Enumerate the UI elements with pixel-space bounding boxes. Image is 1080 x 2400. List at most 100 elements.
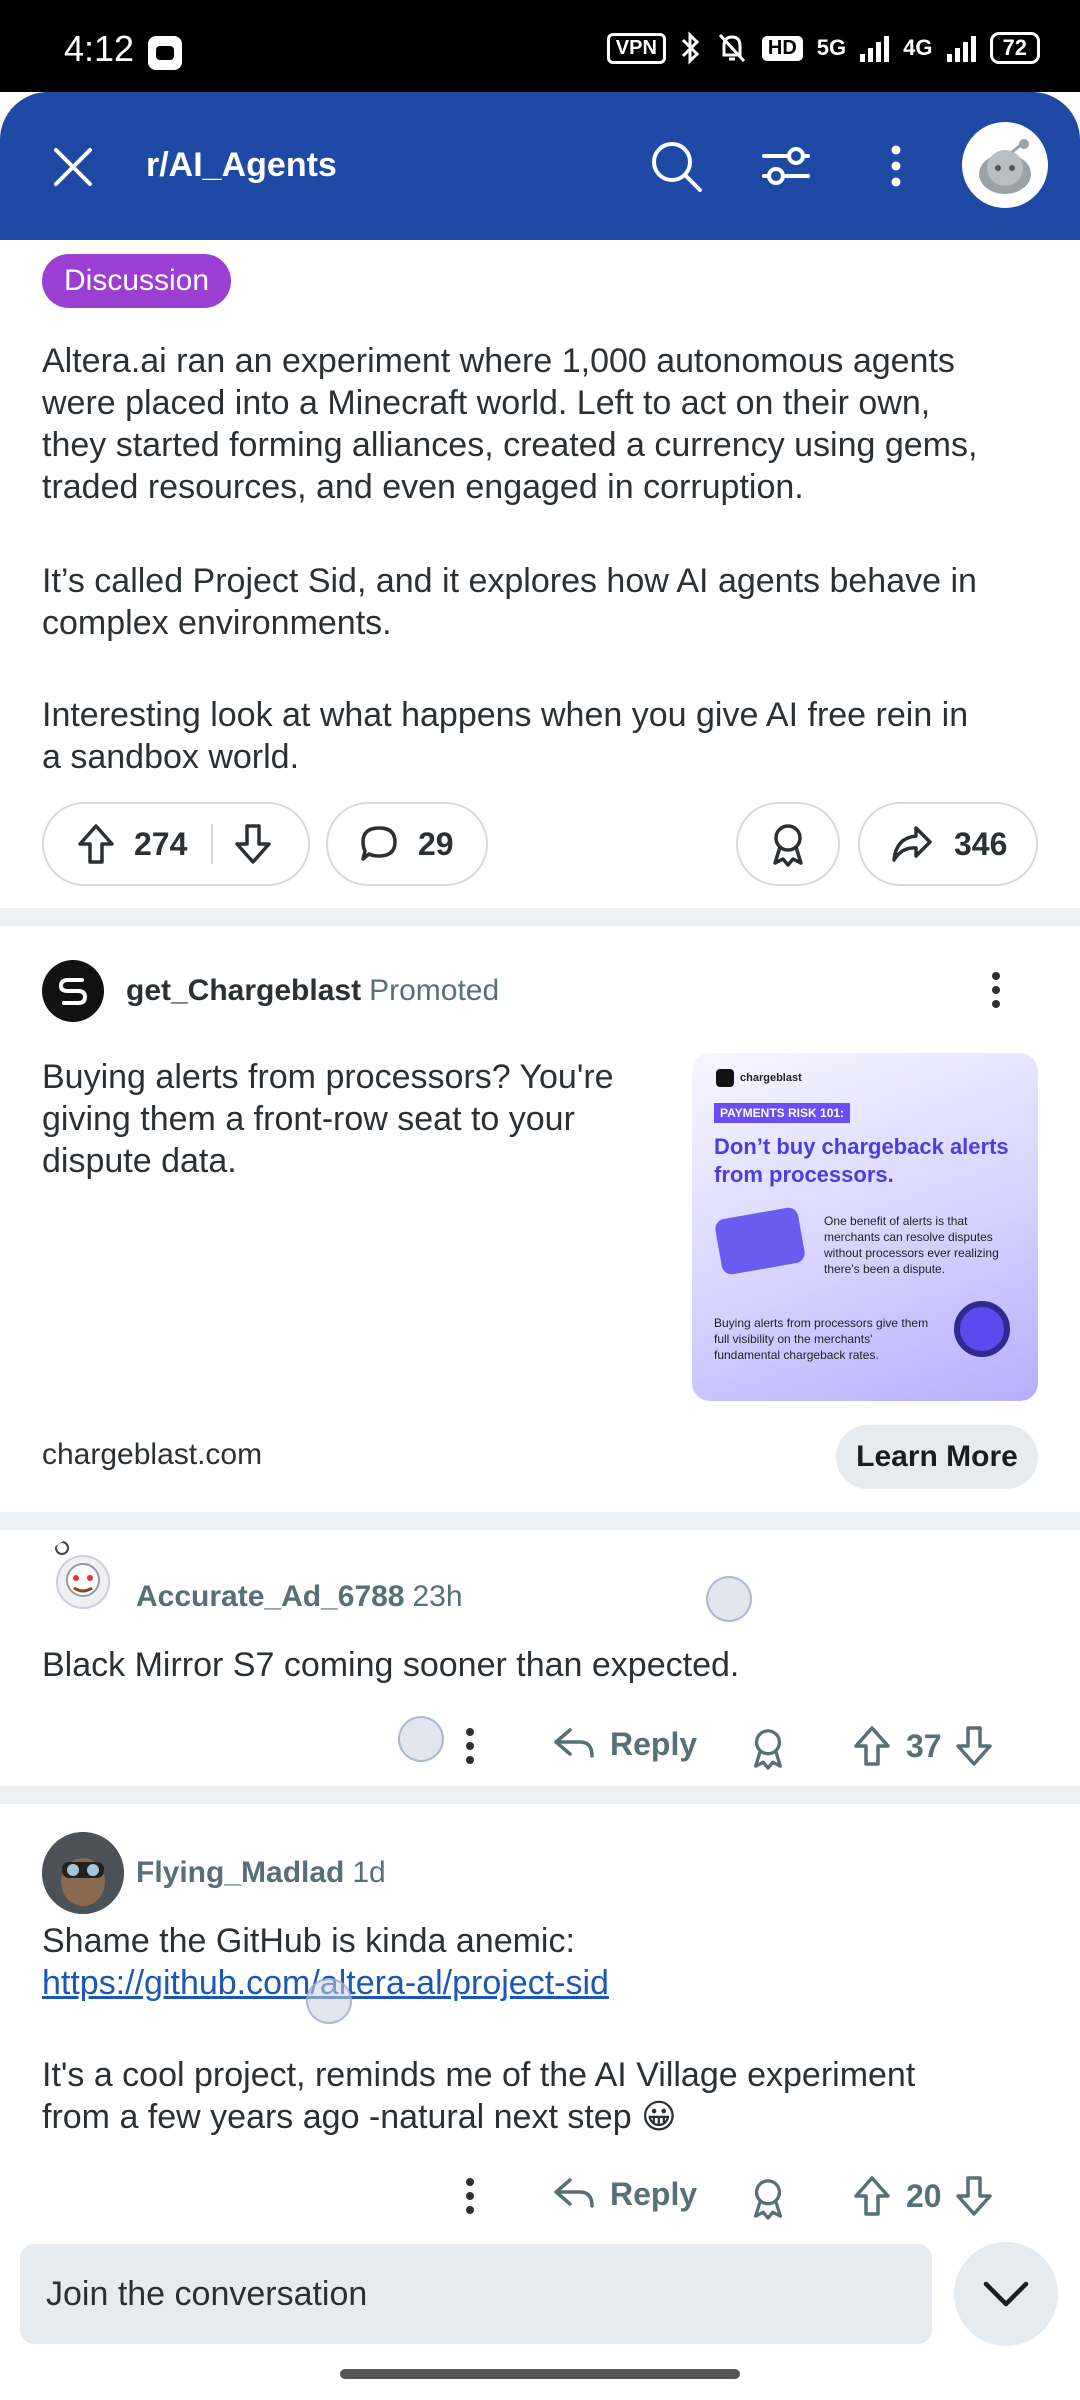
body-line: complex environments. [42, 604, 392, 642]
comments-button[interactable]: 29 [326, 802, 488, 886]
post-flair[interactable]: Discussion [42, 254, 232, 308]
reply-label: Reply [610, 1725, 698, 1762]
close-icon[interactable] [50, 144, 96, 190]
vote-divider [211, 824, 214, 864]
collapse-button[interactable] [954, 2242, 1058, 2346]
comment-avatar[interactable] [42, 1832, 124, 1914]
body-line: Interesting look at what happens when yo… [42, 696, 969, 734]
body-line: were placed into a Minecraft world. Left… [42, 384, 931, 422]
silent-bell-icon [718, 33, 746, 63]
touch-indicator [398, 1716, 444, 1762]
vote-count: 37 [906, 1727, 942, 1764]
comment-author[interactable]: Flying_Madlad 1d [136, 1856, 386, 1890]
ad-more-icon[interactable] [991, 972, 1001, 1014]
reply-icon [554, 2178, 594, 2208]
promoted-label: Promoted [369, 974, 500, 1007]
status-bar: 4:12 VPN HD 5G 4G 72 [0, 0, 1080, 92]
body-line: Altera.ai ran an experiment where 1,000 … [42, 342, 955, 380]
body-line: It’s called Project Sid, and it explores… [42, 562, 977, 600]
home-indicator[interactable] [340, 2369, 740, 2379]
ad-image-brand: chargeblast [716, 1069, 802, 1087]
comment-icon [361, 826, 397, 861]
ad-body[interactable]: Buying alerts from processors? You're gi… [42, 1056, 662, 1182]
comment-vote: 37 [852, 1724, 994, 1768]
comment-age: 1d [352, 1856, 386, 1889]
upvote-icon[interactable] [852, 1724, 892, 1768]
ad-image-note: Buying alerts from processors give them … [714, 1316, 929, 1362]
section-divider [0, 908, 1080, 926]
award-icon [773, 824, 803, 867]
downvote-icon[interactable] [233, 822, 273, 866]
comment-line: from a few years ago -natural next step … [42, 2098, 677, 2136]
status-time: 4:12 [64, 28, 135, 69]
comment-line: Black Mirror S7 coming sooner than expec… [42, 1646, 740, 1684]
learn-more-button[interactable]: Learn More [836, 1425, 1038, 1489]
body-line: they started forming alliances, created … [42, 426, 978, 464]
comment-text: It's a cool project, reminds me of the A… [42, 2054, 1042, 2138]
comment-more-icon[interactable] [465, 2178, 475, 2220]
advertiser-name[interactable]: get_Chargeblast Promoted [126, 974, 499, 1008]
ad-image[interactable]: chargeblast PAYMENTS RISK 101: Don’t buy… [692, 1053, 1038, 1401]
signal-icon [860, 34, 890, 62]
more-options-icon[interactable] [866, 136, 926, 196]
subreddit-title: r/AI_Agents [146, 146, 337, 184]
reply-button[interactable]: Reply [552, 1724, 697, 1764]
body-line: a sandbox world. [42, 738, 300, 776]
share-count: 346 [954, 825, 1008, 862]
chevron-down-icon [983, 2281, 1029, 2307]
comment-author[interactable]: Accurate_Ad_6788 23h [136, 1580, 463, 1614]
credit-card-icon [713, 1206, 807, 1276]
comment-username[interactable]: Flying_Madlad [136, 1856, 344, 1889]
comment-count: 29 [418, 825, 454, 862]
award-icon[interactable] [748, 1726, 788, 1770]
ad-line: dispute data. [42, 1142, 237, 1180]
ad-domain[interactable]: chargeblast.com [42, 1438, 262, 1472]
comment-username[interactable]: Accurate_Ad_6788 [136, 1580, 405, 1613]
ad-image-headline: Don’t buy chargeback alerts from process… [714, 1134, 1009, 1187]
reply-label: Reply [610, 2175, 698, 2212]
body-line: traded resources, and even engaged in co… [42, 468, 804, 506]
network-4g-label: 4G [903, 35, 933, 60]
comment-text: Shame the GitHub is kinda anemic: https:… [42, 1920, 1042, 2004]
section-divider [0, 1786, 1080, 1804]
award-button[interactable] [736, 802, 840, 886]
network-5g-label: 5G [816, 35, 847, 60]
touch-indicator [306, 1978, 352, 2024]
advertiser-username[interactable]: get_Chargeblast [126, 974, 361, 1007]
post-body-paragraph: Interesting look at what happens when yo… [42, 694, 1042, 778]
upvote-count: 274 [134, 825, 188, 862]
share-button[interactable]: 346 [858, 802, 1038, 886]
downvote-icon[interactable] [954, 1724, 994, 1768]
advertiser-logo[interactable] [42, 960, 104, 1022]
comment-text: Black Mirror S7 coming sooner than expec… [42, 1644, 1042, 1686]
upvote-icon[interactable] [76, 822, 116, 866]
post-body-paragraph: Altera.ai ran an experiment where 1,000 … [42, 340, 1042, 508]
award-icon[interactable] [748, 2176, 788, 2220]
reply-button[interactable]: Reply [552, 2174, 697, 2214]
hd-icon: HD [761, 35, 803, 61]
app-notification-icon [148, 36, 182, 70]
bluetooth-icon [681, 31, 700, 65]
signal-icon [946, 34, 976, 62]
section-divider [0, 1512, 1080, 1530]
ad-line: giving them a front-row seat to your [42, 1100, 575, 1138]
share-icon [892, 826, 932, 862]
status-icons: VPN HD 5G 4G 72 [606, 28, 1040, 68]
upvote-icon[interactable] [852, 2174, 892, 2218]
reply-icon [554, 1728, 594, 1758]
comment-avatar[interactable] [42, 1536, 124, 1618]
touch-indicator [706, 1576, 752, 1622]
comment-line: It's a cool project, reminds me of the A… [42, 2056, 916, 2094]
user-avatar[interactable] [962, 122, 1048, 208]
subreddit-header: r/AI_Agents [0, 92, 1080, 240]
vpn-icon: VPN [606, 32, 666, 64]
comment-more-icon[interactable] [465, 1728, 475, 1770]
ad-image-note: One benefit of alerts is that merchants … [824, 1214, 999, 1276]
search-icon[interactable] [646, 136, 706, 196]
ad-line: Buying alerts from processors? You're [42, 1058, 614, 1096]
ad-image-kicker: PAYMENTS RISK 101: [714, 1103, 851, 1123]
downvote-icon[interactable] [954, 2174, 994, 2218]
join-conversation-input[interactable]: Join the conversation [20, 2244, 932, 2344]
magnifier-dollar-icon [954, 1301, 1010, 1357]
sort-filter-icon[interactable] [756, 136, 816, 196]
